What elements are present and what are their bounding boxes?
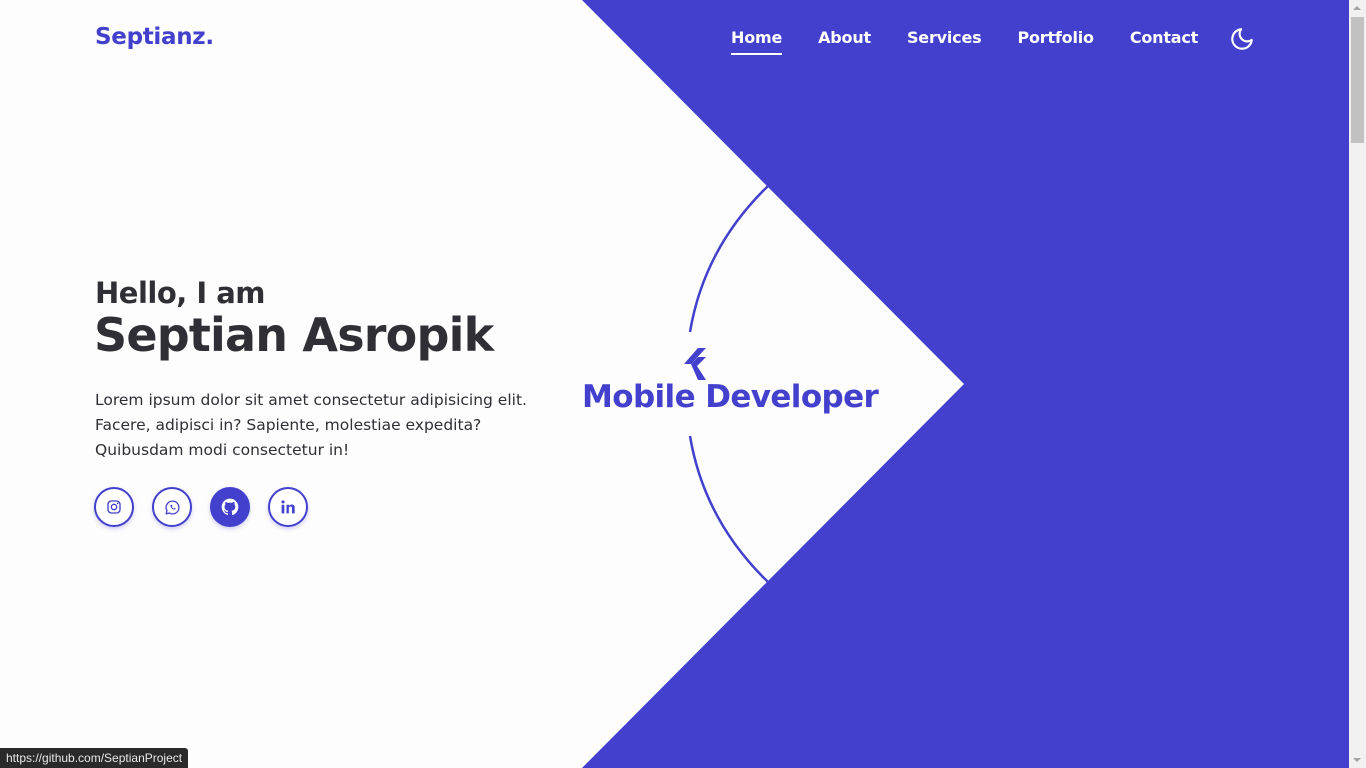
hero-section: Septianz. Home About Services Portfolio … [0,0,1349,768]
status-bar-url: https://github.com/SeptianProject [0,748,189,768]
moon-icon [1231,28,1253,50]
github-button[interactable] [210,487,250,527]
nav-home[interactable]: Home [731,28,782,55]
decorative-arc-bottom [688,435,769,583]
linkedin-icon [281,500,295,514]
nav-about[interactable]: About [818,28,871,53]
hero-role: Mobile Developer [582,379,879,415]
site-logo[interactable]: Septianz. [95,24,214,50]
social-links [94,487,326,527]
whatsapp-button[interactable] [152,487,192,527]
scroll-down-icon[interactable] [1353,758,1361,762]
flutter-icon [684,348,706,380]
linkedin-button[interactable] [268,487,308,527]
instagram-button[interactable] [94,487,134,527]
decorative-arc-top [688,185,769,333]
whatsapp-icon [164,499,180,515]
nav-services[interactable]: Services [907,28,982,53]
instagram-icon [107,500,121,514]
scrollbar-thumb[interactable] [1351,17,1364,143]
scroll-up-icon[interactable] [1353,6,1361,10]
page: Septianz. Home About Services Portfolio … [0,0,1366,768]
theme-toggle-button[interactable] [1229,26,1255,52]
hero-description: Lorem ipsum dolor sit amet consectetur a… [95,391,527,459]
github-icon [221,498,239,516]
nav-portfolio[interactable]: Portfolio [1017,28,1094,53]
hero-greeting: Hello, I am [95,276,266,310]
main-nav: Home About Services Portfolio Contact [731,28,1234,55]
hero-name: Septian Asropik [94,308,494,362]
nav-contact[interactable]: Contact [1130,28,1199,53]
scrollbar[interactable] [1349,0,1366,768]
